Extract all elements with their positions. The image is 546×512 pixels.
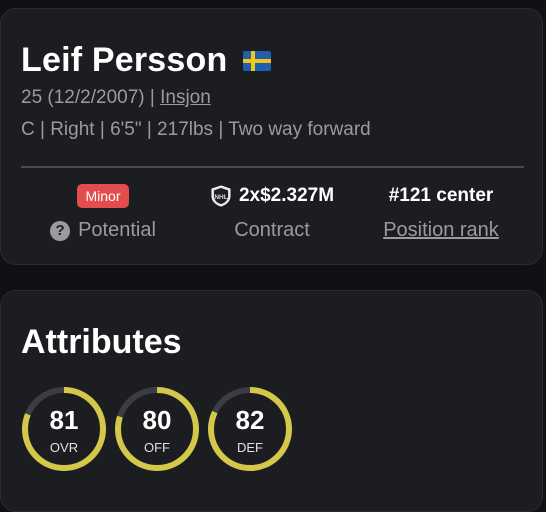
gauge-label: OFF	[144, 440, 170, 455]
gauge-ovr: 81 OVR	[20, 385, 108, 473]
gauge-label: DEF	[237, 440, 263, 455]
player-age-team: 25 (12/2/2007) | Insjon	[21, 87, 211, 109]
sweden-flag-icon	[243, 50, 272, 71]
contract-stat: NHL 2x$2.327M Contract	[187, 181, 357, 242]
attributes-title: Attributes	[21, 323, 182, 361]
potential-stat: Minor ? Potential	[18, 181, 188, 242]
gauge-label: OVR	[49, 440, 79, 455]
contract-value: 2x$2.327M	[238, 185, 335, 206]
potential-help[interactable]: ? Potential	[18, 219, 188, 242]
gauge-def: 82 DEF	[206, 385, 294, 473]
player-card: Leif Persson 25 (12/2/2007) | Insjon C |…	[0, 8, 543, 265]
gauge-value: 82	[235, 405, 265, 435]
rank-value: #121 center	[388, 185, 494, 206]
gauge-value: 81	[49, 405, 79, 435]
player-age-dob: 25 (12/2/2007) |	[21, 87, 161, 108]
team-link[interactable]: Insjon	[160, 87, 211, 108]
player-details: C | Right | 6'5" | 217lbs | Two way forw…	[21, 119, 371, 140]
position-rank-link[interactable]: Position rank	[383, 219, 499, 242]
contract-label: Contract	[234, 219, 310, 241]
attributes-card: Attributes 81 OVR 80 OFF 82 DEF	[0, 290, 543, 512]
potential-label: Potential	[78, 219, 156, 241]
question-circle-icon[interactable]: ?	[50, 220, 71, 241]
gauge-off: 80 OFF	[113, 385, 201, 473]
player-name: Leif Persson	[21, 41, 228, 79]
potential-badge: Minor	[77, 184, 129, 208]
nhl-shield-icon: NHL	[211, 185, 231, 207]
divider	[21, 166, 524, 168]
position-rank-stat: #121 center Position rank	[356, 181, 526, 242]
svg-text:NHL: NHL	[214, 194, 227, 201]
gauge-value: 80	[142, 405, 172, 435]
player-name-row: Leif Persson	[21, 41, 272, 80]
